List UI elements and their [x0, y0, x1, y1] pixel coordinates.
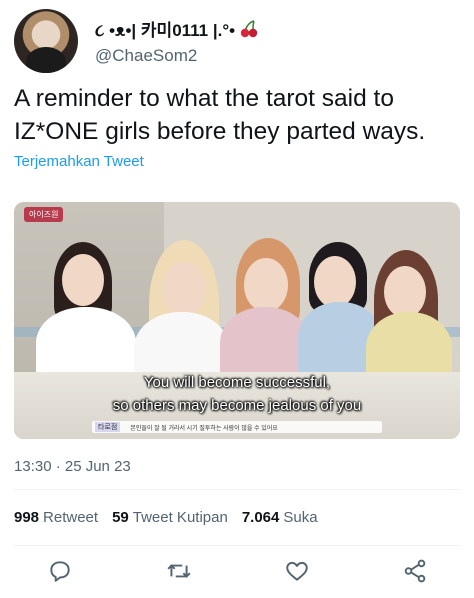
tweet-actions [0, 558, 474, 588]
member-1-body [36, 307, 136, 382]
member-4-head [314, 256, 356, 308]
share-button[interactable] [402, 558, 428, 584]
subtitle-line-2: so others may become jealous of you [112, 397, 362, 414]
quotes-stat[interactable]: 59 Tweet Kutipan [112, 509, 228, 526]
share-icon [404, 559, 426, 583]
divider-top [14, 489, 460, 490]
author-name-row[interactable]: ૮ •ᴥ•| 카미0111 |.°• [95, 16, 259, 41]
avatar[interactable] [14, 9, 78, 73]
member-2-head [162, 262, 206, 316]
member-3-head [244, 258, 288, 312]
retweets-count: 998 [14, 509, 40, 526]
caption-bar: 타로점 본인들이 잘 될 거라서 시기 질투하는 사람이 많을 수 있어요 [92, 421, 382, 433]
retweet-icon [167, 564, 191, 578]
show-logo: 아이즈원 [24, 207, 64, 222]
cherry-icon [239, 19, 259, 39]
tweet-timestamp[interactable]: 13:30 · 25 Jun 23 [14, 458, 131, 475]
translate-tweet-link[interactable]: Terjemahkan Tweet [14, 153, 144, 170]
retweets-stat[interactable]: 998 Retweet [14, 509, 98, 526]
caption-tag: 타로점 [95, 422, 121, 432]
like-button[interactable] [284, 558, 310, 584]
divider-bottom [14, 545, 460, 546]
author-display-name[interactable]: ૮ •ᴥ•| 카미0111 |.°• [95, 16, 235, 41]
quotes-label: Tweet Kutipan [132, 509, 228, 526]
reply-button[interactable] [47, 558, 73, 584]
author-handle[interactable]: @ChaeSom2 [95, 46, 197, 66]
member-1-head [62, 254, 104, 306]
member-3-body [220, 307, 310, 382]
quotes-count: 59 [112, 509, 129, 526]
caption-korean-text: 본인들이 잘 될 거라서 시기 질투하는 사람이 많을 수 있어요 [130, 425, 278, 432]
retweet-button[interactable] [166, 558, 192, 584]
likes-stat[interactable]: 7.064 Suka [242, 509, 318, 526]
tweet-media-image[interactable]: 아이즈원 You will become successful, so othe… [14, 202, 460, 439]
reply-icon [50, 561, 70, 582]
member-5-head [384, 266, 426, 318]
heart-icon [286, 561, 308, 581]
tweet-stats: 998 Retweet 59 Tweet Kutipan 7.064 Suka [14, 509, 318, 526]
likes-count: 7.064 [241, 509, 280, 526]
retweets-label: Retweet [43, 509, 99, 526]
tweet-text: A reminder to what the tarot said to IZ*… [14, 85, 426, 145]
likes-label: Suka [283, 509, 318, 526]
subtitle-line-1: You will become successful, [143, 374, 331, 391]
